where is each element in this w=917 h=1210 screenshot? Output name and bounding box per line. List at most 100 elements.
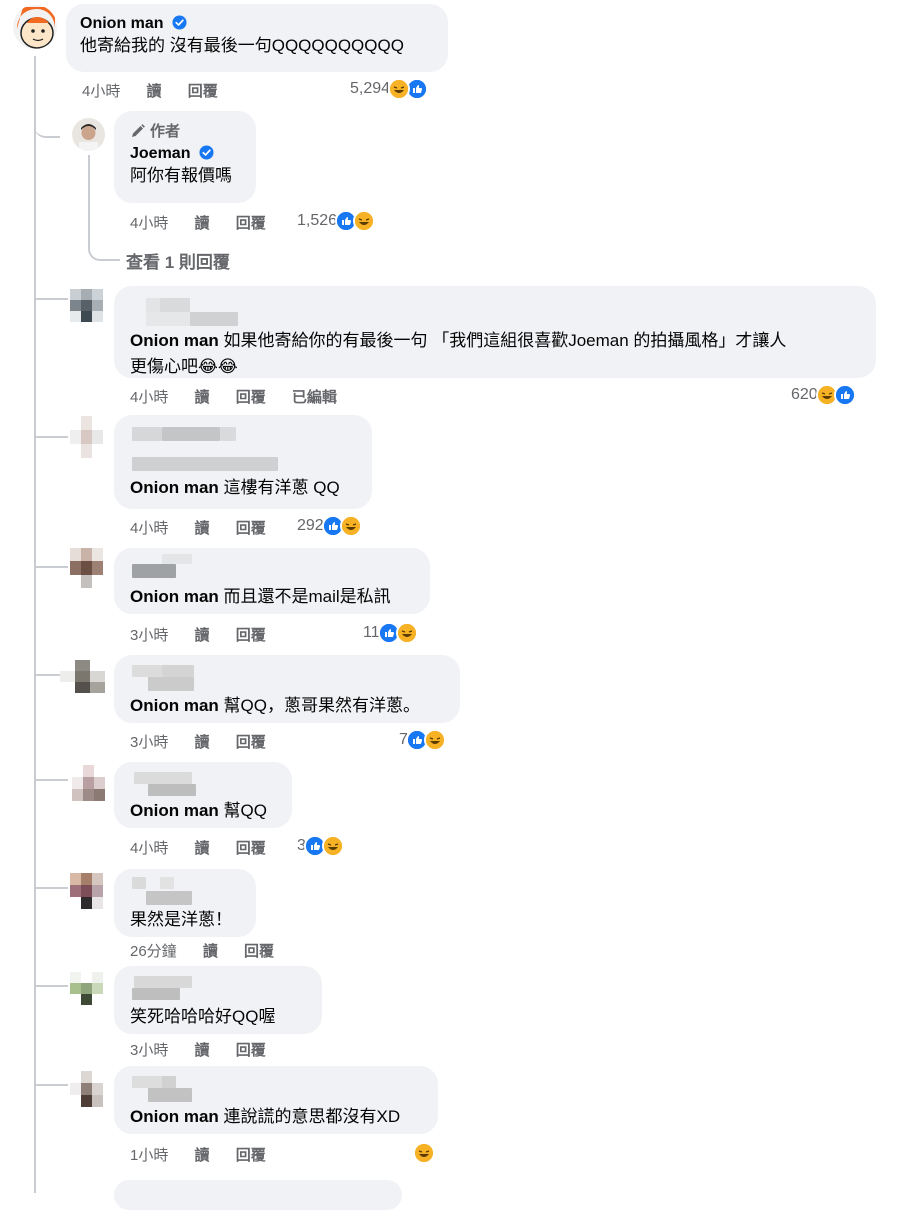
comment-bubble: Onion man 這樓有洋蔥 QQ	[114, 415, 372, 509]
avatar[interactable]	[70, 972, 103, 1005]
comment-thread: Onion man 他寄給我的 沒有最後一句QQQQQQQQQQ 4小時 讀 回…	[0, 0, 917, 1210]
comment-bubble: 笑死哈哈哈好QQ喔	[114, 966, 322, 1034]
mention-link[interactable]: Onion man	[130, 801, 219, 820]
read-button[interactable]: 讀	[195, 1042, 210, 1059]
thread-elbow	[36, 298, 68, 300]
thread-elbow	[36, 1084, 68, 1086]
reaction-summary[interactable]	[413, 1142, 435, 1164]
thread-elbow	[36, 436, 68, 438]
read-button[interactable]: 讀	[203, 943, 218, 960]
comment-actions: 4小時 讀 回覆	[82, 80, 240, 101]
timestamp[interactable]: 26分鐘	[130, 943, 177, 960]
reaction-summary[interactable]: 5,294	[350, 78, 429, 100]
avatar[interactable]	[70, 1071, 103, 1107]
reaction-summary[interactable]: 7	[399, 729, 446, 751]
comment-text: 笑死哈哈哈好QQ喔	[130, 1007, 276, 1026]
blurred-name	[130, 423, 356, 471]
mention-link[interactable]: Onion man	[130, 696, 219, 715]
timestamp[interactable]: 3小時	[130, 1042, 168, 1059]
timestamp[interactable]: 3小時	[130, 627, 168, 644]
mention-link[interactable]: Onion man	[130, 331, 219, 350]
reaction-summary[interactable]: 3	[297, 835, 344, 857]
reaction-summary[interactable]: 1,526	[297, 210, 376, 232]
edited-label[interactable]: 已編輯	[292, 389, 337, 406]
read-button[interactable]: 讀	[195, 840, 210, 857]
comment-bubble: Onion man 幫QQ，蔥哥果然有洋蔥。	[114, 655, 460, 723]
comment-text: 他寄給我的 沒有最後一句QQQQQQQQQQ	[80, 36, 404, 55]
mention-link[interactable]: Onion man	[130, 1107, 219, 1126]
reply-button[interactable]: 回覆	[236, 1147, 266, 1164]
comment-text: Onion man 幫QQ	[130, 801, 267, 820]
avatar[interactable]	[72, 118, 105, 151]
comment-bubble: Onion man 他寄給我的 沒有最後一句QQQQQQQQQQ	[66, 4, 448, 72]
timestamp[interactable]: 1小時	[130, 1147, 168, 1164]
avatar[interactable]	[70, 289, 103, 322]
reply-button[interactable]: 回覆	[236, 840, 266, 857]
comment-actions: 4小時 讀 回覆	[130, 212, 288, 233]
reaction-summary[interactable]: 620	[791, 384, 856, 406]
thread-line-main	[34, 56, 36, 1193]
comment-actions: 3小時 讀 回覆	[130, 624, 288, 645]
avatar[interactable]	[60, 660, 106, 693]
commenter-name[interactable]: Onion man	[80, 15, 164, 32]
reply-button[interactable]: 回覆	[236, 389, 266, 406]
reply-button[interactable]: 回覆	[236, 520, 266, 537]
reply-button[interactable]: 回覆	[244, 943, 274, 960]
blurred-name	[130, 661, 444, 691]
like-icon	[833, 384, 856, 406]
timestamp[interactable]: 4小時	[130, 840, 168, 857]
reaction-count: 1,526	[297, 212, 338, 229]
author-tag: 作者	[130, 120, 240, 141]
read-button[interactable]: 讀	[195, 215, 210, 232]
comment-bubble: Onion man 如果他寄給你的有最後一句 「我們這組很喜歡Joeman 的拍…	[114, 286, 876, 378]
comment-actions: 26分鐘 讀 回覆	[130, 940, 296, 961]
timestamp[interactable]: 3小時	[130, 734, 168, 751]
read-button[interactable]: 讀	[195, 389, 210, 406]
timestamp[interactable]: 4小時	[130, 520, 168, 537]
reply-button[interactable]: 回覆	[188, 83, 218, 100]
comment-text: Onion man 而且還不是mail是私訊	[130, 587, 391, 606]
haha-icon	[423, 729, 446, 751]
reaction-summary[interactable]: 11	[363, 622, 418, 644]
comment-actions: 3小時 讀 回覆	[130, 1039, 288, 1060]
avatar[interactable]	[70, 548, 103, 588]
comment-actions: 4小時 讀 回覆	[130, 517, 288, 538]
reply-button[interactable]: 回覆	[236, 1042, 266, 1059]
haha-icon	[388, 78, 411, 100]
thread-elbow	[36, 985, 68, 987]
timestamp[interactable]: 4小時	[130, 215, 168, 232]
timestamp[interactable]: 4小時	[130, 389, 168, 406]
haha-icon	[339, 515, 362, 537]
reply-button[interactable]: 回覆	[236, 627, 266, 644]
thread-elbow	[36, 887, 68, 889]
read-button[interactable]: 讀	[195, 520, 210, 537]
comment-bubble-partial	[114, 1180, 402, 1210]
comment-actions: 3小時 讀 回覆	[130, 731, 288, 752]
reaction-count: 5,294	[350, 80, 391, 97]
timestamp[interactable]: 4小時	[82, 83, 120, 100]
blurred-name	[130, 1072, 422, 1102]
avatar[interactable]	[72, 765, 105, 801]
verified-badge-icon	[172, 15, 187, 30]
read-button[interactable]: 讀	[195, 627, 210, 644]
avatar[interactable]	[70, 873, 103, 909]
read-button[interactable]: 讀	[147, 83, 162, 100]
mention-link[interactable]: Onion man	[130, 478, 219, 497]
commenter-name[interactable]: Joeman	[130, 145, 190, 162]
avatar[interactable]	[70, 416, 103, 460]
comment-text: Onion man 這樓有洋蔥 QQ	[130, 478, 340, 497]
avatar[interactable]	[13, 5, 57, 49]
comment-bubble: Onion man 連說謊的意思都沒有XD	[114, 1066, 438, 1134]
blurred-name	[130, 875, 240, 905]
read-button[interactable]: 讀	[195, 734, 210, 751]
mention-link[interactable]: Onion man	[130, 587, 219, 606]
reply-button[interactable]: 回覆	[236, 215, 266, 232]
read-button[interactable]: 讀	[195, 1147, 210, 1164]
reaction-summary[interactable]: 292	[297, 515, 362, 537]
verified-badge-icon	[199, 145, 214, 160]
haha-icon	[353, 210, 376, 232]
comment-text: 阿你有報價嗎	[130, 166, 232, 185]
comment-bubble: Onion man 而且還不是mail是私訊	[114, 548, 430, 614]
view-more-replies-link[interactable]: 查看 1 則回覆	[126, 248, 230, 273]
reply-button[interactable]: 回覆	[236, 734, 266, 751]
